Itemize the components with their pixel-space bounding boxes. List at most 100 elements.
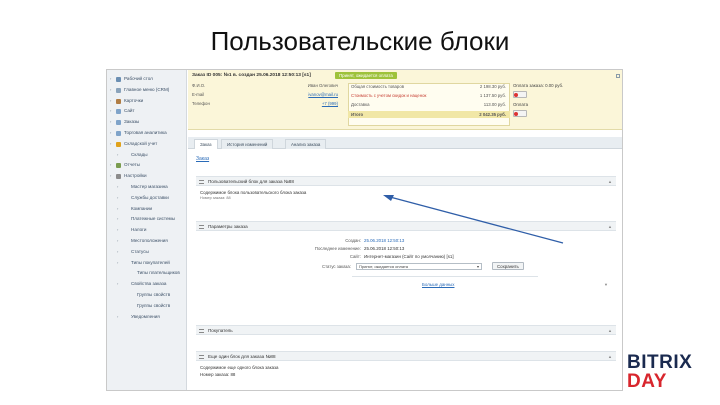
sidebar-item[interactable]: › Торговая аналитика <box>107 128 186 139</box>
sidebar-item[interactable]: › Карточки <box>107 96 186 107</box>
sidebar-item[interactable]: › Местоположения <box>107 236 186 247</box>
chevron-right-icon[interactable]: › <box>117 193 118 204</box>
sidebar-item[interactable]: › Складской учет <box>107 139 186 150</box>
buyer-title: Покупатель <box>208 328 233 333</box>
order-params-title: Параметры заказа <box>208 224 248 229</box>
tab-order[interactable]: Заказ <box>194 139 218 149</box>
custom-block-order-number: Номер заказа: 88 <box>200 196 231 200</box>
sidebar-item[interactable]: › Склады <box>107 150 186 161</box>
chevron-right-icon[interactable]: › <box>110 85 111 96</box>
order-params-header[interactable]: Параметры заказа ▲ <box>196 221 616 231</box>
sidebar-item-label: Торговая аналитика <box>124 129 167 135</box>
sidebar-item-label: Отчеты <box>124 162 140 168</box>
drag-handle-icon[interactable] <box>199 329 204 333</box>
custom-block-content: Содержимое блока пользовательского блока… <box>200 190 307 195</box>
chevron-right-icon[interactable]: › <box>117 204 118 215</box>
sidebar-item-label: Группы свойств <box>137 302 171 308</box>
customer-email-link[interactable]: ivanov@mail.ru <box>258 92 338 97</box>
sidebar-item[interactable]: › Статусы <box>107 247 186 258</box>
sidebar-item-label: Платежные системы <box>131 216 175 222</box>
extra-block-content: Содержимое еще одного блока заказа <box>200 365 279 370</box>
more-data-link[interactable]: Больше данных <box>422 282 454 287</box>
collapse-icon[interactable]: ▲ <box>608 328 612 333</box>
sidebar-item[interactable]: › Главное меню (CRM) <box>107 85 186 96</box>
analytics-icon <box>116 130 121 136</box>
sidebar-item[interactable]: › Уведомления <box>107 312 186 323</box>
chevron-right-icon[interactable]: › <box>110 128 111 139</box>
drag-handle-icon[interactable] <box>199 355 204 359</box>
chevron-down-icon: ▾ <box>476 264 479 269</box>
sidebar-item[interactable]: › Настройки <box>107 171 186 182</box>
order-header: Заказ ID 005: №1 в. создан 25.06.2018 12… <box>188 70 622 130</box>
sidebar-item-label: Налоги <box>131 227 147 233</box>
extra-block-header[interactable]: Еще один блок для заказа №88 ▲ <box>196 351 616 361</box>
payment-dot <box>514 112 518 116</box>
admin-screenshot: › Рабочий стол › Главное меню (CRM) › Карточк… <box>106 69 623 391</box>
collapse-icon[interactable]: ▲ <box>608 179 612 184</box>
chevron-right-icon[interactable]: › <box>110 117 111 128</box>
chevron-right-icon[interactable]: › <box>117 258 118 269</box>
drag-handle-icon[interactable] <box>199 180 204 184</box>
chevron-right-icon[interactable]: › <box>117 312 118 323</box>
desktop-icon <box>116 77 121 82</box>
sidebar-item[interactable]: › Свойства заказа <box>107 279 186 290</box>
discount-total-label: Стоимость с учетом скидок и наценок <box>351 93 427 98</box>
chevron-right-icon[interactable]: › <box>117 182 118 193</box>
sidebar-item[interactable]: › Типы покупателей <box>107 258 186 269</box>
sidebar-item-label: Местоположения <box>131 237 168 243</box>
sidebar-item[interactable]: › Отчеты <box>107 160 186 171</box>
payment-status-dot <box>514 93 518 97</box>
customer-phone-link[interactable]: +7 (999) <box>258 101 338 106</box>
sidebar-item[interactable]: › Заказы <box>107 117 186 128</box>
sidebar-item[interactable]: › Компании <box>107 204 186 215</box>
chevron-right-icon[interactable]: › <box>110 171 111 182</box>
drag-handle-icon[interactable] <box>199 225 204 229</box>
sidebar-item[interactable]: Группы свойств <box>107 290 186 301</box>
tab-history[interactable]: История изменений <box>221 139 274 149</box>
chevron-right-icon[interactable]: › <box>110 160 111 171</box>
sidebar-item[interactable]: › Платежные системы <box>107 214 186 225</box>
sidebar-item-label: Свойства заказа <box>131 281 167 287</box>
chevron-right-icon[interactable]: › <box>110 106 111 117</box>
payment-status-text: Оплата заказа: 0.00 руб. <box>513 83 564 88</box>
save-button[interactable]: Сохранить <box>492 262 524 270</box>
sidebar-item-label: Статусы <box>131 248 149 254</box>
sidebar-item[interactable]: Типы плательщиков <box>107 268 186 279</box>
collapse-icon[interactable]: ▲ <box>608 224 612 229</box>
status-select[interactable]: Принят, ожидается оплата ▾ <box>356 263 482 270</box>
tab-analysis[interactable]: Анализ заказа <box>285 139 327 149</box>
customer-email-label: E-mail <box>192 92 205 97</box>
modified-value: 25.06.2018 12:50:13 <box>364 246 405 251</box>
chevron-right-icon[interactable]: › <box>117 236 118 247</box>
chevron-right-icon[interactable]: › <box>117 279 118 290</box>
edit-icon[interactable] <box>616 74 620 78</box>
admin-sidebar: › Рабочий стол › Главное меню (CRM) › Карточк… <box>107 70 187 390</box>
sidebar-item[interactable]: › Налоги <box>107 225 186 236</box>
sidebar-item-label: Складской учет <box>124 140 158 146</box>
order-status-badge: Принят, ожидается оплата <box>335 72 397 79</box>
chevron-right-icon[interactable]: › <box>117 214 118 225</box>
sidebar-item-label: Склады <box>131 151 148 157</box>
discount-total-value: 1 137.50 руб. <box>479 93 506 98</box>
sidebar-item-label: Заказы <box>124 119 140 125</box>
chevron-right-icon[interactable]: › <box>117 150 118 161</box>
chevron-right-icon[interactable]: › <box>117 247 118 258</box>
sidebar-item[interactable]: Группы свойств <box>107 301 186 312</box>
extra-block-title: Еще один блок для заказа №88 <box>208 354 276 359</box>
orders-icon <box>116 120 121 126</box>
custom-block-header[interactable]: Пользовательский блок для заказа №88 ▲ <box>196 176 616 186</box>
chevron-right-icon[interactable]: › <box>110 139 111 150</box>
modified-label: Последнее изменение: <box>314 246 361 251</box>
chevron-right-icon[interactable]: › <box>110 74 111 85</box>
collapse-icon[interactable]: ▲ <box>608 354 612 359</box>
chevron-right-icon[interactable]: › <box>110 96 111 107</box>
buyer-panel: Покупатель ▲ <box>196 325 616 345</box>
sidebar-item[interactable]: › Мастер магазина <box>107 182 186 193</box>
sidebar-item[interactable]: › Рабочий стол <box>107 74 186 85</box>
sidebar-item[interactable]: › Службы доставки <box>107 193 186 204</box>
expand-icon[interactable]: ▼ <box>604 282 612 287</box>
chevron-right-icon[interactable]: › <box>117 225 118 236</box>
sidebar-item[interactable]: › Сайт <box>107 106 186 117</box>
order-params-panel: Параметры заказа ▲ Создан: 25.06.2018 12… <box>196 221 616 301</box>
buyer-header[interactable]: Покупатель ▲ <box>196 325 616 335</box>
